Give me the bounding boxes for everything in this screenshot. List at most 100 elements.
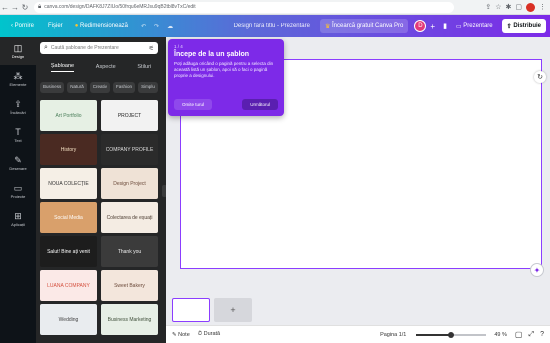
zoom-slider[interactable] <box>416 331 487 338</box>
present-button[interactable]: ▭ Prezentare <box>451 19 498 33</box>
rail-item-label: Proiecte <box>10 194 26 199</box>
share-label: Distribuie <box>513 23 541 29</box>
undo-icon[interactable]: ↶ <box>141 23 146 30</box>
templates-panel: ⌕ Caută șabloane de Prezentare ⚟ Șabloan… <box>36 37 166 343</box>
grid-view-icon[interactable]: ▢ <box>515 330 523 339</box>
rail-item-desenare[interactable]: ✎ Desenare <box>0 149 36 177</box>
avatar[interactable]: D <box>414 20 427 32</box>
rail-item-design[interactable]: ◫ Design <box>0 37 36 65</box>
pages-strip: + <box>166 296 550 325</box>
template-card[interactable]: COMPANY PROFILE <box>101 134 158 165</box>
sidebar-icon[interactable]: ▢ <box>515 3 522 11</box>
template-title: COMPANY PROFILE <box>105 146 154 153</box>
onboarding-tooltip: 1 / 4 Începe de la un șablon Poți adăuga… <box>168 39 284 116</box>
notes-button[interactable]: ✎ Note <box>172 332 190 338</box>
template-title: Art Portfolio <box>55 112 82 119</box>
template-card[interactable]: Thank you <box>101 236 158 267</box>
address-bar[interactable]: 🔒︎ canva.com/design/DAFK8J7ZIUo/50frqu6e… <box>34 1 454 13</box>
template-card[interactable]: LUANA COMPANY <box>40 270 97 301</box>
template-search[interactable]: ⌕ Caută șabloane de Prezentare ⚟ <box>40 42 158 54</box>
category-chip[interactable]: Business <box>40 82 65 93</box>
category-chips: Business Natură Creativ Fashion Simplu <box>40 82 164 93</box>
address-url: canva.com/design/DAFK8J7ZIUo/50frqu6eMRJ… <box>44 4 196 10</box>
tab-styles[interactable]: Stiluri <box>137 64 151 72</box>
category-chip[interactable]: Natură <box>67 82 87 93</box>
tab-layouts[interactable]: Aspecte <box>96 64 116 72</box>
tooltip-actions: Omite turul Următorul <box>174 99 278 110</box>
analytics-icon[interactable]: ▮ <box>443 22 447 30</box>
skip-tour-button[interactable]: Omite turul <box>174 99 213 110</box>
search-input[interactable]: Caută șabloane de Prezentare <box>51 45 149 51</box>
back-icon[interactable]: ← <box>0 0 10 15</box>
file-menu-button[interactable]: Fișier <box>43 19 68 33</box>
refresh-icon[interactable]: ↻ <box>534 71 546 83</box>
fullscreen-icon[interactable]: ⤢ <box>528 331 534 339</box>
side-rail: ◫ Design ⁂ Elemente ⇪ Încărcări T Text ✎ Desenare… <box>0 37 36 343</box>
upload-icon: ⇧ <box>506 23 514 30</box>
magic-assistant-icon[interactable]: ✦ <box>530 263 544 277</box>
upload-icon: ⇪ <box>14 99 22 109</box>
tooltip-step: 1 / 4 <box>174 44 183 49</box>
cloud-save-icon[interactable]: ☁ <box>167 23 173 30</box>
rail-item-încărcări[interactable]: ⇪ Încărcări <box>0 93 36 121</box>
redo-icon[interactable]: ↷ <box>154 23 159 30</box>
rail-item-label: Design <box>11 54 25 59</box>
add-page-button[interactable]: + <box>214 298 252 322</box>
template-card[interactable]: Art Portfolio <box>40 100 97 131</box>
rail-item-proiecte[interactable]: ▭ Proiecte <box>0 177 36 205</box>
profile-avatar[interactable] <box>526 2 535 12</box>
rail-item-text[interactable]: T Text <box>0 121 36 149</box>
draw-icon: ✎ <box>14 155 22 165</box>
template-card[interactable]: Business Marketing <box>101 304 158 335</box>
zoom-value[interactable]: 49 % <box>494 332 507 338</box>
share-page-icon[interactable]: ⇪ <box>485 3 491 11</box>
browser-actions: ⇪ ☆ ✱ ▢ ⋮ <box>485 2 546 12</box>
rail-item-aplicații[interactable]: ⊞ Aplicații <box>0 205 36 233</box>
category-chip[interactable]: Simplu <box>138 82 158 93</box>
browser-toolbar: ← → ↻ 🔒︎ canva.com/design/DAFK8J7ZIUo/50… <box>0 0 550 15</box>
template-title: Wedding <box>58 316 79 323</box>
zoom-slider-knob[interactable] <box>447 331 454 338</box>
resize-label: Redimensionează <box>79 23 129 29</box>
add-collaborator-icon[interactable]: + <box>430 22 435 31</box>
template-card[interactable]: PROJECT <box>101 100 158 131</box>
design-title[interactable]: Design fără titlu - Prezentare <box>234 23 310 29</box>
template-card[interactable]: Wedding <box>40 304 97 335</box>
editor-header: ‹ Pornire Fișier ● Redimensionează ↶ ↷ ☁… <box>0 15 550 37</box>
category-chip[interactable]: Fashion <box>113 82 136 93</box>
app-window: ← → ↻ 🔒︎ canva.com/design/DAFK8J7ZIUo/50… <box>0 0 550 343</box>
text-icon: T <box>15 127 21 137</box>
template-card[interactable]: History <box>40 134 97 165</box>
template-title: Design Project <box>113 180 146 187</box>
template-card[interactable]: Design Project <box>101 168 158 199</box>
search-icon: ⌕ <box>44 44 48 51</box>
template-card[interactable]: Sweet Bakery <box>101 270 158 301</box>
rail-item-elemente[interactable]: ⁂ Elemente <box>0 65 36 93</box>
present-label: Prezentare <box>463 23 493 29</box>
duration-label: Durată <box>203 331 221 337</box>
template-card[interactable]: Colectarea de eșuați <box>101 202 158 233</box>
page-thumbnail[interactable] <box>172 298 210 322</box>
template-card[interactable]: NOUA COLECȚIE <box>40 168 97 199</box>
reload-icon[interactable]: ↻ <box>20 0 30 15</box>
resize-button[interactable]: ● Redimensionează <box>70 19 133 33</box>
forward-icon[interactable]: → <box>10 0 20 15</box>
next-button[interactable]: Următorul <box>242 99 278 110</box>
rail-item-label: Încărcări <box>10 110 26 115</box>
home-button[interactable]: ‹ Pornire <box>6 19 39 33</box>
category-chip[interactable]: Creativ <box>89 82 111 93</box>
duration-button[interactable]: ⏱ Durată <box>198 331 220 338</box>
menu-kebab-icon[interactable]: ⋮ <box>539 3 546 11</box>
template-card[interactable]: Salut! Bine ați venit <box>40 236 97 267</box>
template-card[interactable]: Social Media <box>40 202 97 233</box>
tab-templates[interactable]: Șabloane <box>50 63 75 72</box>
try-pro-button[interactable]: ♛ Încearcă gratuit Canva Pro <box>319 19 409 33</box>
extensions-icon[interactable]: ✱ <box>506 3 512 11</box>
template-title: Social Media <box>54 214 83 221</box>
try-pro-label: Încearcă gratuit Canva Pro <box>332 23 404 29</box>
filter-icon[interactable]: ⚟ <box>149 45 154 52</box>
bookmark-star-icon[interactable]: ☆ <box>495 3 501 11</box>
editor-footer: ✎ Note ⏱ Durată Pagina 1/1 49 % ▢ ⤢ ? <box>166 325 550 343</box>
help-icon[interactable]: ? <box>540 331 544 338</box>
share-button[interactable]: ⇧ Distribuie <box>501 19 546 33</box>
